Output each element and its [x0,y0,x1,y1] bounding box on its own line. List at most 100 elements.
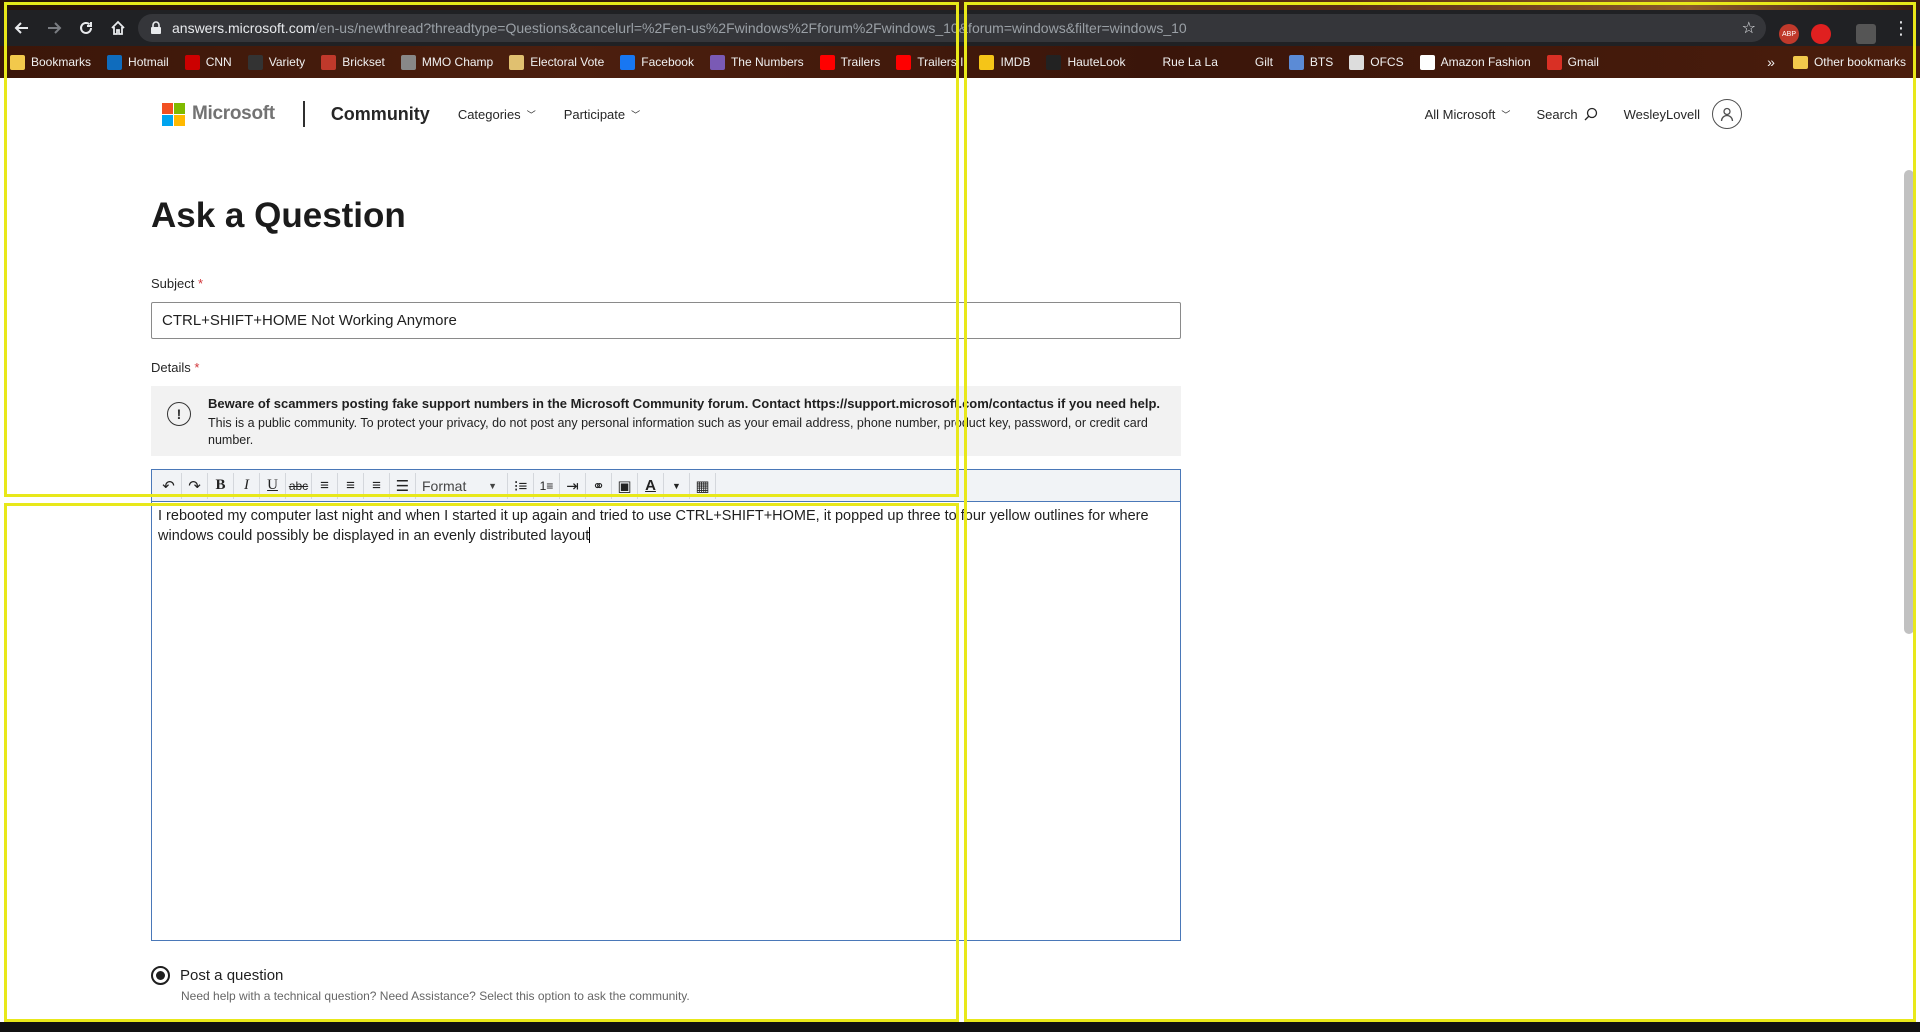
bookmark-label: Amazon Fashion [1440,55,1531,69]
bookmark-item[interactable]: Rue La La [1142,55,1218,70]
bookmark-label: Variety [268,55,306,69]
indent-icon[interactable]: ⇥ [560,472,586,499]
post-question-help: Need help with a technical question? Nee… [181,989,690,1003]
lock-icon [151,21,161,34]
bookmark-item[interactable]: Hotmail [107,54,169,70]
imdb-icon [979,54,995,70]
bookmark-item[interactable]: Trailers I [896,54,963,70]
microsoft-logo-icon [162,102,185,126]
address-bar[interactable]: answers.microsoft.com/en-us/newthread?th… [138,14,1766,42]
extension-icon[interactable] [1856,24,1876,44]
redo-icon[interactable]: ↷ [182,472,208,499]
chevron-down-icon: ﹀ [631,109,641,120]
bookmark-item[interactable]: Electoral Vote [509,54,604,70]
bookmark-label: BTS [1309,55,1334,69]
text-color-dropdown-icon[interactable]: ▼ [664,472,690,499]
bookmark-item[interactable]: MMO Champ [400,54,494,70]
format-dropdown[interactable]: Format ▼ [416,472,508,499]
align-justify-icon[interactable]: ☰ [390,472,416,499]
bts-icon [1288,54,1304,70]
other-bookmarks-button[interactable]: Other bookmarks [1814,55,1906,69]
underline-icon[interactable]: U [260,472,286,499]
post-question-option[interactable]: Post a question [151,966,283,985]
electoral-icon [509,54,525,70]
bookmark-item[interactable]: IMDB [979,54,1030,70]
bullet-list-icon[interactable]: ⁝≡ [508,472,534,499]
bookmark-item[interactable]: CNN [184,54,232,70]
all-microsoft-label: All Microsoft [1424,106,1496,122]
bookmark-label: MMO Champ [421,55,494,69]
nav-participate[interactable]: Participate ﹀ [564,107,640,122]
align-center-icon[interactable]: ≡ [338,472,364,499]
bookmark-label: Hotmail [128,55,169,69]
variety-icon [247,54,263,70]
bookmark-label: HauteLook [1067,55,1126,69]
gmail-icon [1546,54,1562,70]
numbered-list-icon[interactable]: 1≡ [534,472,560,499]
bookmark-star-icon[interactable]: ☆ [1742,18,1756,38]
format-label: Format [422,477,467,494]
reload-button[interactable] [70,12,102,44]
editor-toolbar: ↶ ↷ B I U abc ≡ ≡ ≡ ☰ Format ▼ ⁝≡ 1≡ ⇥ ⚭… [152,470,1180,502]
search-button[interactable]: Search [1536,107,1597,122]
menu-kebab-icon[interactable]: ⋮ [1885,12,1917,44]
bookmark-label: Facebook [641,55,694,69]
subject-label-text: Subject [151,276,195,291]
image-icon[interactable]: ▣ [612,472,638,499]
bookmark-label: CNN [205,55,232,69]
bold-icon[interactable]: B [208,472,234,499]
bookmark-item[interactable]: Trailers [819,54,881,70]
youtube-extension-icon[interactable] [1811,24,1831,44]
text-caret [589,527,591,543]
radio-selected-icon[interactable] [151,966,170,985]
bookmark-item[interactable]: HauteLook [1046,54,1126,70]
microsoft-logo[interactable]: Microsoft [162,102,275,126]
subject-input[interactable] [151,302,1181,339]
bookmark-item[interactable]: Amazon Fashion [1419,54,1531,70]
align-left-icon[interactable]: ≡ [312,472,338,499]
youtube-icon [819,54,835,70]
bookmark-item[interactable]: Facebook [620,54,694,70]
bookmark-item[interactable]: Gmail [1546,54,1599,70]
back-button[interactable] [6,12,38,44]
forward-button[interactable] [38,12,70,44]
bookmark-item[interactable]: Variety [247,54,306,70]
more-bookmarks-button[interactable]: » [1767,54,1775,70]
italic-icon[interactable]: I [234,472,260,499]
avatar-icon [1712,99,1742,129]
header-right: All Microsoft ﹀ Search WesleyLovell [1399,92,1742,136]
site-name[interactable]: Community [331,104,430,125]
nav-participate-label: Participate [563,106,626,122]
bookmark-item[interactable]: Bookmarks [10,54,91,70]
bookmark-item[interactable]: Brickset [321,54,385,70]
bookmark-item[interactable]: BTS [1288,54,1334,70]
undo-icon[interactable]: ↶ [156,472,182,499]
align-right-icon[interactable]: ≡ [364,472,390,499]
bookmark-item[interactable]: OFCS [1349,54,1404,70]
outlook-icon [107,54,123,70]
search-label: Search [1536,106,1578,122]
home-icon [111,20,125,35]
bookmark-label: Trailers [840,55,881,69]
bookmark-item[interactable]: The Numbers [709,54,804,70]
page-scrollbar[interactable] [1904,170,1914,634]
home-button[interactable] [102,12,134,44]
adblock-extension-icon[interactable]: ABP [1779,24,1799,44]
nav-categories[interactable]: Categories ﹀ [458,107,536,122]
bookmark-item[interactable]: Gilt [1234,55,1273,70]
numbers-icon [709,54,725,70]
table-icon[interactable]: ▦ [690,472,716,499]
details-editor[interactable]: ↶ ↷ B I U abc ≡ ≡ ≡ ☰ Format ▼ ⁝≡ 1≡ ⇥ ⚭… [151,469,1181,941]
bookmarks-right: » Other bookmarks [1767,46,1906,78]
text-color-icon[interactable]: A [638,472,664,499]
user-account[interactable]: WesleyLovell [1624,99,1742,129]
cnn-icon [184,54,200,70]
gilt-icon [1234,55,1249,70]
all-microsoft-menu[interactable]: All Microsoft ﹀ [1425,107,1511,122]
details-textarea[interactable]: I rebooted my computer last night and wh… [158,506,1168,546]
strikethrough-icon[interactable]: abc [286,472,312,499]
hautelook-icon [1046,54,1062,70]
chevron-down-icon: ﹀ [1501,109,1511,120]
link-icon[interactable]: ⚭ [586,472,612,499]
required-mark: * [198,276,204,291]
